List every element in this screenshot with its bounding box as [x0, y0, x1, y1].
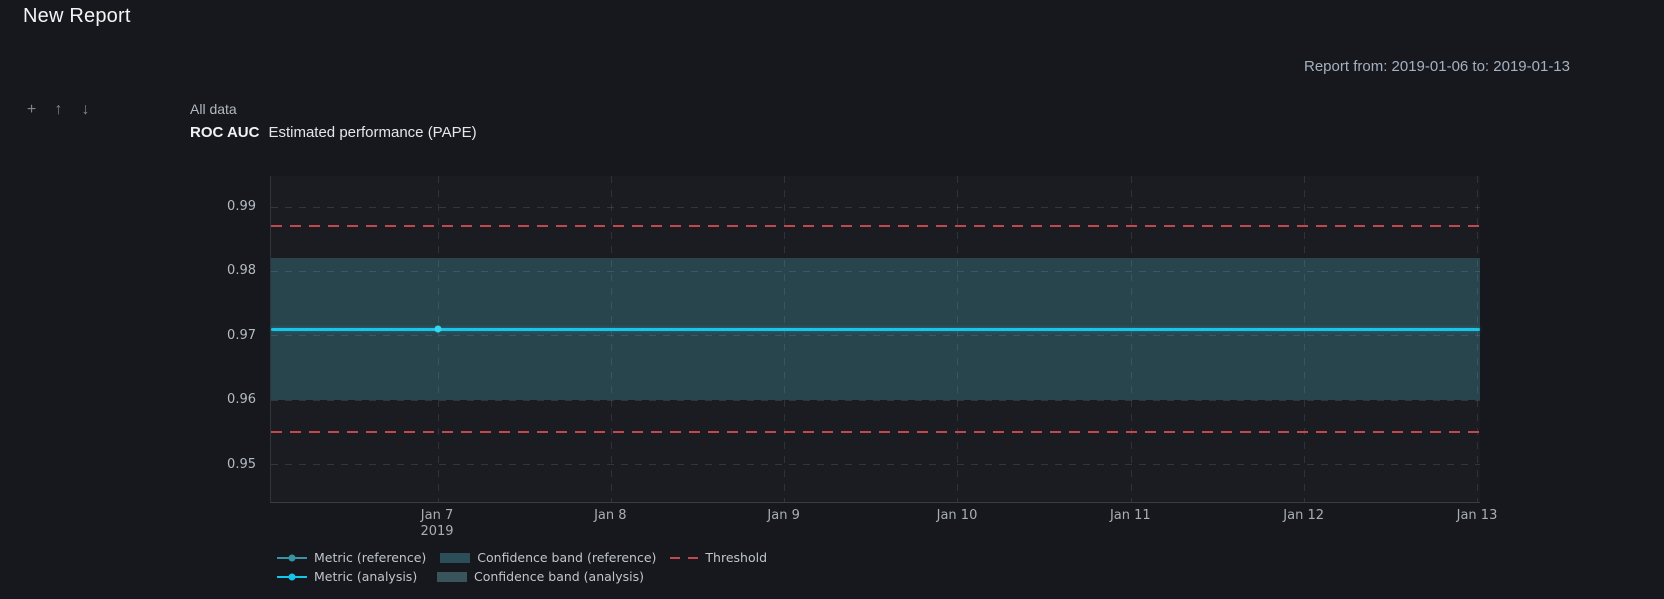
- chart-group-label: All data: [190, 101, 477, 117]
- x-tick-sublabel: 2019: [420, 524, 453, 539]
- x-tick-label: Jan 12: [1283, 508, 1324, 523]
- y-gridline: [271, 335, 1480, 336]
- legend-dot: [289, 573, 296, 580]
- legend-label: Confidence band (reference): [477, 550, 656, 565]
- chart-title: ROC AUC Estimated performance (PAPE): [190, 124, 477, 141]
- legend-threshold-swatch: [670, 557, 698, 559]
- legend-row: Metric (reference) Confidence band (refer…: [277, 548, 767, 567]
- y-tick-label: 0.95: [200, 457, 256, 472]
- x-tick-label: Jan 7: [421, 508, 453, 523]
- y-tick-label: 0.98: [200, 263, 256, 278]
- move-up-icon[interactable]: ↑: [51, 101, 66, 119]
- y-tick-label: 0.97: [200, 328, 256, 343]
- report-page: New Report Report from: 2019-01-06 to: 2…: [0, 0, 1664, 599]
- legend-band-swatch: [437, 572, 467, 582]
- report-date-range: Report from: 2019-01-06 to: 2019-01-13: [1304, 58, 1570, 75]
- y-axis-labels: 0.99 0.98 0.97 0.96 0.95: [200, 176, 262, 503]
- plot-area[interactable]: [270, 176, 1480, 503]
- legend-item[interactable]: Metric (reference): [277, 550, 426, 565]
- legend-row: Metric (analysis) Confidence band (analys…: [277, 567, 767, 586]
- x-axis-labels: Jan 72019Jan 8Jan 9Jan 10Jan 11Jan 12Jan…: [270, 503, 1480, 553]
- legend-dot: [289, 554, 296, 561]
- legend-label: Threshold: [705, 550, 767, 565]
- y-tick-label: 0.99: [200, 199, 256, 214]
- chart-title-suffix: Estimated performance (PAPE): [268, 124, 476, 141]
- legend-item[interactable]: Confidence band (analysis): [437, 569, 644, 584]
- threshold-line-upper: [271, 225, 1480, 227]
- metric-line: [271, 328, 1480, 331]
- legend-line-swatch: [277, 557, 307, 559]
- x-tick-label: Jan 8: [594, 508, 626, 523]
- x-tick-label: Jan 9: [767, 508, 799, 523]
- legend-line-swatch: [277, 576, 307, 578]
- metric-marker-dot: [434, 326, 441, 333]
- legend-label: Metric (reference): [314, 550, 426, 565]
- add-icon[interactable]: +: [24, 101, 39, 119]
- legend-label: Confidence band (analysis): [474, 569, 644, 584]
- chart-toolbar: + ↑ ↓: [24, 101, 93, 119]
- chart-header: All data ROC AUC Estimated performance (P…: [190, 101, 477, 141]
- x-tick-label: Jan 11: [1110, 508, 1151, 523]
- legend-item[interactable]: Metric (analysis): [277, 569, 423, 584]
- legend-item[interactable]: Confidence band (reference): [440, 550, 656, 565]
- y-gridline: [271, 207, 1480, 208]
- legend-item[interactable]: Threshold: [670, 550, 767, 565]
- y-gridline: [271, 400, 1480, 401]
- legend-band-swatch: [440, 553, 470, 563]
- x-tick-label: Jan 13: [1457, 508, 1498, 523]
- x-tick-label: Jan 10: [937, 508, 978, 523]
- page-title: New Report: [23, 5, 131, 28]
- y-gridline: [271, 271, 1480, 272]
- legend-label: Metric (analysis): [314, 569, 417, 584]
- y-gridline: [271, 464, 1480, 465]
- y-tick-label: 0.96: [200, 392, 256, 407]
- move-down-icon[interactable]: ↓: [78, 101, 93, 119]
- chart-metric-name: ROC AUC: [190, 124, 259, 141]
- threshold-line-lower: [271, 431, 1480, 433]
- chart-legend: Metric (reference) Confidence band (refer…: [277, 548, 767, 586]
